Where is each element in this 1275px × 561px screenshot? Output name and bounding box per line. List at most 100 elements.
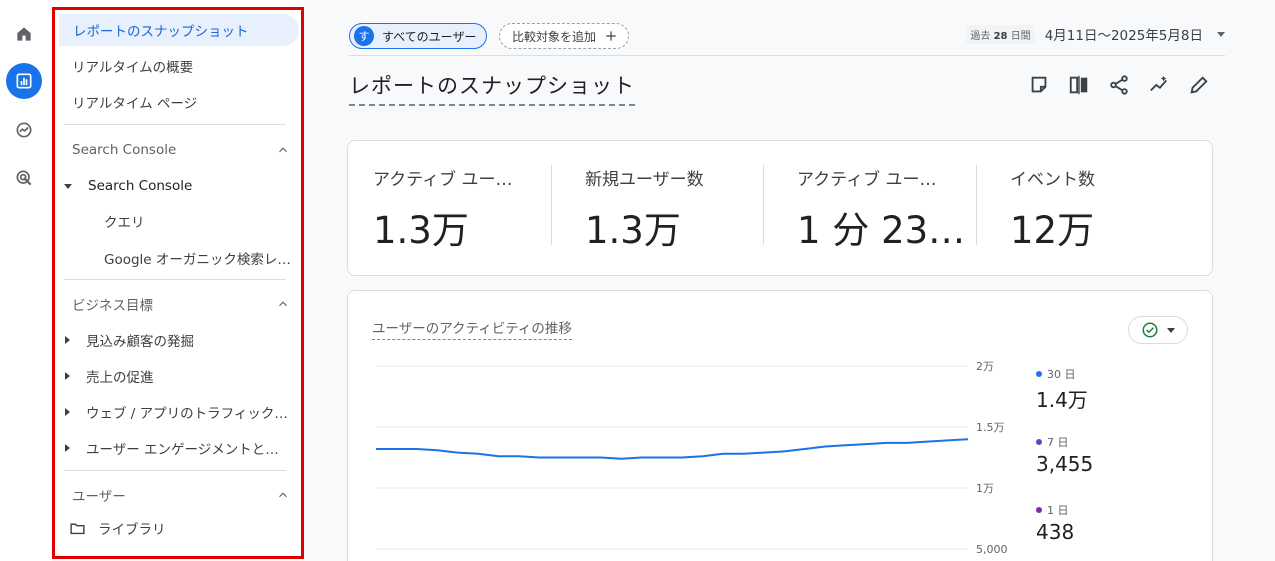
- data-quality-chip[interactable]: [1128, 316, 1188, 344]
- metric-event-count[interactable]: イベント数 12万: [1010, 165, 1180, 254]
- section-label: ビジネス目標: [72, 298, 153, 314]
- sidebar-item-realtime-overview[interactable]: リアルタイムの概要: [72, 50, 193, 82]
- chevron-up-icon: [279, 492, 287, 498]
- sidebar-item-queries[interactable]: クエリ: [104, 205, 145, 237]
- metric-label: イベント数: [1010, 170, 1095, 190]
- date-badge-suffix: 日間: [1010, 30, 1031, 42]
- group-label: 見込み顧客の発掘: [86, 334, 194, 350]
- chevron-up-icon: [279, 301, 287, 307]
- group-label: Search Console: [88, 178, 193, 194]
- explore-icon: [16, 122, 32, 138]
- advertising-button[interactable]: [6, 160, 42, 196]
- section-user[interactable]: ユーザー: [72, 483, 290, 507]
- legend-dot: [1036, 371, 1042, 377]
- metric-value: 1.3万: [585, 209, 681, 252]
- sidebar-group-leads[interactable]: 見込み顧客の発掘: [65, 324, 194, 356]
- user-activity-chart: 2万 1.5万 1万 5,000: [376, 360, 1008, 556]
- chevron-up-icon: [279, 147, 287, 153]
- date-range-text: 4月11日～2025年5月8日: [1044, 28, 1203, 44]
- header-divider: [349, 55, 1225, 56]
- share-button[interactable]: [1107, 73, 1131, 97]
- folder-icon: [70, 523, 85, 534]
- sidebar-item-realtime-pages[interactable]: リアルタイム ページ: [72, 86, 197, 118]
- metric-new-users[interactable]: 新規ユーザー数 1.3万: [585, 165, 755, 254]
- y-tick-label: 2万: [976, 360, 994, 373]
- share-icon: [1110, 75, 1128, 95]
- legend-dot: [1036, 507, 1042, 513]
- metric-label: アクティブ ユー…: [373, 170, 513, 190]
- sidebar-group-traffic[interactable]: ウェブ / アプリのトラフィック…: [65, 396, 288, 428]
- user-activity-card: ユーザーのアクティビティの推移 2万 1.5万 1万 5,000 30 日 1.4万 …: [347, 290, 1213, 561]
- metric-label: アクティブ ユー…: [797, 170, 937, 190]
- caret-right-icon: [65, 444, 70, 452]
- y-tick-label: 1万: [976, 482, 994, 495]
- sidebar-item-library[interactable]: ライブラリ: [69, 512, 166, 544]
- divider: [64, 124, 286, 125]
- metric-value: 1 分 23…: [797, 209, 966, 252]
- main-content: す すべてのユーザー 比較対象を追加 過去 28 日間 4月11日～2025年5…: [304, 0, 1275, 561]
- section-label: Search Console: [72, 142, 177, 158]
- metric-value: 12万: [1010, 209, 1095, 252]
- section-search-console[interactable]: Search Console: [72, 138, 290, 162]
- metric-value: 1.3万: [373, 209, 469, 252]
- comment-button[interactable]: [1027, 73, 1051, 97]
- group-label: 売上の促進: [86, 370, 154, 386]
- sidebar-item-snapshot[interactable]: レポートのスナップショット: [59, 14, 299, 46]
- dropdown-arrow-icon: [1217, 31, 1225, 37]
- caret-right-icon: [65, 336, 70, 344]
- section-label: ユーザー: [72, 489, 126, 505]
- date-range-picker[interactable]: 過去 28 日間 4月11日～2025年5月8日: [966, 24, 1225, 44]
- note-icon: [1031, 76, 1047, 93]
- sidebar-group-sales[interactable]: 売上の促進: [65, 360, 154, 392]
- segment-avatar: す: [354, 26, 374, 46]
- group-label: ウェブ / アプリのトラフィック…: [86, 406, 288, 422]
- segment-label: すべてのユーザー: [382, 29, 477, 44]
- date-badge-prefix: 過去: [970, 30, 991, 42]
- metric-label: 新規ユーザー数: [585, 170, 704, 190]
- home-button[interactable]: [6, 16, 42, 52]
- legend-value: 1.4万: [1036, 388, 1088, 412]
- date-range-badge: 過去 28 日間: [966, 24, 1035, 44]
- add-comparison-button[interactable]: 比較対象を追加: [499, 23, 630, 49]
- insights-button[interactable]: [1147, 73, 1171, 97]
- page-title: レポートのスナップショット: [349, 70, 635, 106]
- metric-engagement-time[interactable]: アクティブ ユー… 1 分 23…: [797, 165, 967, 254]
- y-tick-label: 5,000: [976, 543, 1008, 556]
- advertising-icon: [16, 170, 32, 186]
- legend-label: 1 日: [1047, 504, 1069, 517]
- sidebar-group-engagement[interactable]: ユーザー エンゲージメントと…: [65, 432, 279, 464]
- metric-divider: [551, 165, 552, 245]
- divider: [64, 470, 286, 471]
- user-segment-chip[interactable]: す すべてのユーザー: [349, 23, 488, 49]
- report-toolbar: [1011, 73, 1211, 97]
- dropdown-arrow-icon: [1167, 327, 1175, 333]
- reports-button[interactable]: [6, 63, 42, 99]
- caret-right-icon: [65, 408, 70, 416]
- plus-icon: [606, 31, 616, 41]
- pencil-icon: [1190, 76, 1208, 94]
- caret-right-icon: [65, 372, 70, 380]
- legend-30-day: 30 日 1.4万: [1036, 366, 1088, 413]
- home-icon: [17, 27, 31, 41]
- series-line-0: [376, 438, 969, 460]
- check-circle-icon: [1142, 322, 1158, 338]
- library-label: ライブラリ: [98, 522, 166, 538]
- legend-dot: [1036, 439, 1042, 445]
- legend-label: 30 日: [1047, 368, 1076, 381]
- divider: [64, 279, 286, 280]
- caret-down-icon: [64, 183, 72, 189]
- compare-columns-button[interactable]: [1067, 73, 1091, 97]
- sidebar-item-google-organic[interactable]: Google オーガニック検索レ…: [104, 242, 291, 274]
- group-label: ユーザー エンゲージメントと…: [86, 442, 279, 458]
- columns-icon: [1069, 75, 1088, 95]
- section-business-objectives[interactable]: ビジネス目標: [72, 292, 290, 316]
- insights-icon: [1150, 75, 1168, 92]
- date-badge-days: 28: [993, 30, 1008, 42]
- metric-divider: [976, 165, 977, 245]
- metric-active-users[interactable]: アクティブ ユー… 1.3万: [373, 165, 543, 254]
- legend-value: 438: [1036, 520, 1075, 544]
- explore-button[interactable]: [6, 112, 42, 148]
- legend-label: 7 日: [1047, 436, 1069, 449]
- edit-button[interactable]: [1187, 73, 1211, 97]
- sidebar-group-search-console[interactable]: Search Console: [64, 170, 192, 202]
